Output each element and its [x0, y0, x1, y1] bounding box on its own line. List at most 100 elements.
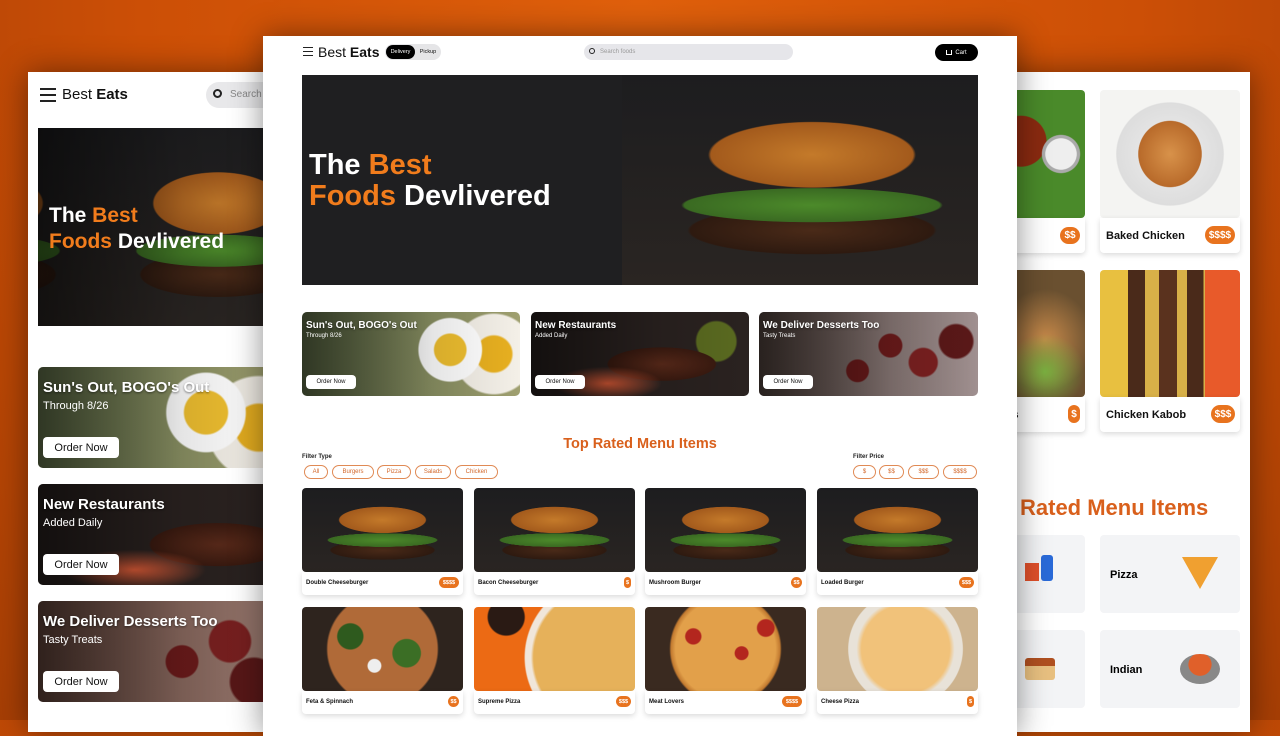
delivery-pickup-toggle[interactable]: Delivery Pickup: [385, 44, 441, 60]
price-badge: $$$: [616, 696, 631, 707]
pickup-option[interactable]: Pickup: [417, 45, 439, 59]
food-image: [1100, 270, 1240, 397]
brand-logo: Best Eats: [62, 86, 128, 103]
hamburger-menu-icon[interactable]: [40, 88, 56, 102]
filter-chip-all[interactable]: All: [304, 465, 328, 479]
promo-card-desserts[interactable]: We Deliver Desserts Too Tasty Treats Ord…: [38, 601, 278, 702]
filter-chip-price-2[interactable]: $$: [879, 465, 904, 479]
price-badge: $: [624, 577, 631, 588]
price-badge: $$$: [959, 577, 974, 588]
promo-card-bogo[interactable]: Sun's Out, BOGO's Out Through 8/26 Order…: [302, 312, 520, 396]
hero-title: The Best Foods Devlivered: [309, 149, 551, 212]
filter-chip-price-1[interactable]: $: [853, 465, 876, 479]
menu-card[interactable]: Loaded Burger $$$: [817, 572, 978, 595]
price-badge: $$: [791, 577, 802, 588]
item-name: Cheese Pizza: [821, 699, 860, 705]
desktop-preview: Best Eats Delivery Pickup Search foods C…: [263, 36, 1017, 736]
hero-image: The Best Foods Devlivered: [38, 128, 278, 326]
menu-card[interactable]: Feta & Spinnach $$: [302, 691, 463, 714]
promo-card-desserts[interactable]: We Deliver Desserts Too Tasty Treats Ord…: [759, 312, 978, 396]
item-name: Double Cheeseburger: [306, 580, 369, 586]
menu-card[interactable]: Cheese Pizza $: [817, 691, 978, 714]
item-name: Loaded Burger: [821, 580, 864, 586]
cart-button[interactable]: Cart: [935, 44, 978, 61]
promo-card-new-restaurants[interactable]: New Restaurants Added Daily Order Now: [38, 484, 278, 585]
price-badge: $$$$: [1205, 226, 1235, 244]
hero-image: The Best Foods Devlivered: [302, 75, 978, 285]
filter-chip-salads[interactable]: Salads: [415, 465, 451, 479]
menu-card[interactable]: $$: [1005, 218, 1085, 253]
promo-card-new-restaurants[interactable]: New Restaurants Added Daily Order Now: [531, 312, 749, 396]
price-badge: $$: [1060, 227, 1080, 244]
filter-chip-burgers[interactable]: Burgers: [332, 465, 374, 479]
menu-card[interactable]: Baked Chicken $$$$: [1100, 218, 1240, 253]
item-name: Bacon Cheeseburger: [478, 580, 539, 586]
category-label: Pizza: [1110, 569, 1138, 581]
food-image: [1100, 90, 1240, 218]
price-badge: $$$: [1211, 405, 1235, 423]
category-tile[interactable]: [1005, 630, 1085, 708]
promo-subtitle: Added Daily: [43, 517, 103, 529]
category-label: Indian: [1110, 664, 1143, 676]
menu-card[interactable]: Bacon Cheeseburger $: [474, 572, 635, 595]
hero-title: The Best Foods Devlivered: [49, 204, 225, 253]
hamburger-menu-icon[interactable]: [303, 47, 313, 56]
curry-bowl-icon: [1180, 654, 1220, 684]
category-tile-indian[interactable]: Indian: [1100, 630, 1240, 708]
order-now-button[interactable]: Order Now: [43, 437, 119, 458]
search-input[interactable]: Search foods: [584, 44, 793, 60]
order-now-button[interactable]: Order Now: [763, 375, 813, 389]
brand-logo: Best Eats: [318, 44, 379, 60]
price-badge: $$: [448, 696, 459, 707]
food-image: [817, 607, 978, 691]
promo-subtitle: Added Daily: [535, 333, 568, 339]
filter-type-label: Filter Type: [302, 454, 332, 460]
promo-title: Sun's Out, BOGO's Out: [43, 379, 210, 396]
section-heading: Top Rated Menu Items: [563, 436, 717, 452]
search-placeholder: Search: [230, 89, 262, 100]
menu-card[interactable]: Meat Lovers $$$$: [645, 691, 806, 714]
order-now-button[interactable]: Order Now: [43, 554, 119, 575]
filter-chip-price-4[interactable]: $$$$: [943, 465, 977, 479]
item-name: Baked Chicken: [1106, 230, 1185, 242]
category-tile-pizza[interactable]: Pizza: [1100, 535, 1240, 613]
menu-card[interactable]: Supreme Pizza $$$: [474, 691, 635, 714]
promo-subtitle: Tasty Treats: [763, 333, 796, 339]
filter-chip-pizza[interactable]: Pizza: [377, 465, 411, 479]
item-name: Feta & Spinnach: [306, 699, 354, 705]
promo-subtitle: Through 8/26: [43, 400, 109, 412]
price-badge: $$$$: [439, 577, 459, 588]
item-name: Supreme Pizza: [478, 699, 521, 705]
pizza-slice-icon: [1182, 557, 1218, 589]
menu-card[interactable]: Chicken Kabob $$$: [1100, 397, 1240, 432]
order-now-button[interactable]: Order Now: [535, 375, 585, 389]
menu-card[interactable]: ers $: [1002, 397, 1085, 432]
food-image: [645, 607, 806, 691]
menu-card[interactable]: Double Cheeseburger $$$$: [302, 572, 463, 595]
promo-title: We Deliver Desserts Too: [43, 613, 218, 630]
category-tile[interactable]: [1005, 535, 1085, 613]
item-name: Meat Lovers: [649, 699, 685, 705]
promo-card-bogo[interactable]: Sun's Out, BOGO's Out Through 8/26 Order…: [38, 367, 278, 468]
price-badge: $: [967, 696, 974, 707]
food-image: [1005, 270, 1085, 397]
promo-subtitle: Through 8/26: [306, 333, 342, 339]
promo-subtitle: Tasty Treats: [43, 634, 103, 646]
menu-card[interactable]: Mushroom Burger $$: [645, 572, 806, 595]
food-image: [1005, 90, 1085, 218]
order-now-button[interactable]: Order Now: [306, 375, 356, 389]
search-icon: [213, 89, 222, 98]
price-badge: $$$$: [782, 696, 802, 707]
promo-title: Sun's Out, BOGO's Out: [306, 320, 417, 331]
food-image: [817, 488, 978, 572]
delivery-option[interactable]: Delivery: [386, 45, 415, 59]
filter-chip-price-3[interactable]: $$$: [908, 465, 939, 479]
food-image: [474, 488, 635, 572]
mobile-preview-left: Best Eats Search The Best Foods Devlivere…: [28, 72, 278, 732]
item-name: Chicken Kabob: [1106, 409, 1187, 421]
item-name: Mushroom Burger: [649, 580, 702, 586]
order-now-button[interactable]: Order Now: [43, 671, 119, 692]
wings-icon: [1025, 658, 1055, 680]
filter-chip-chicken[interactable]: Chicken: [455, 465, 498, 479]
promo-title: We Deliver Desserts Too: [763, 320, 880, 331]
